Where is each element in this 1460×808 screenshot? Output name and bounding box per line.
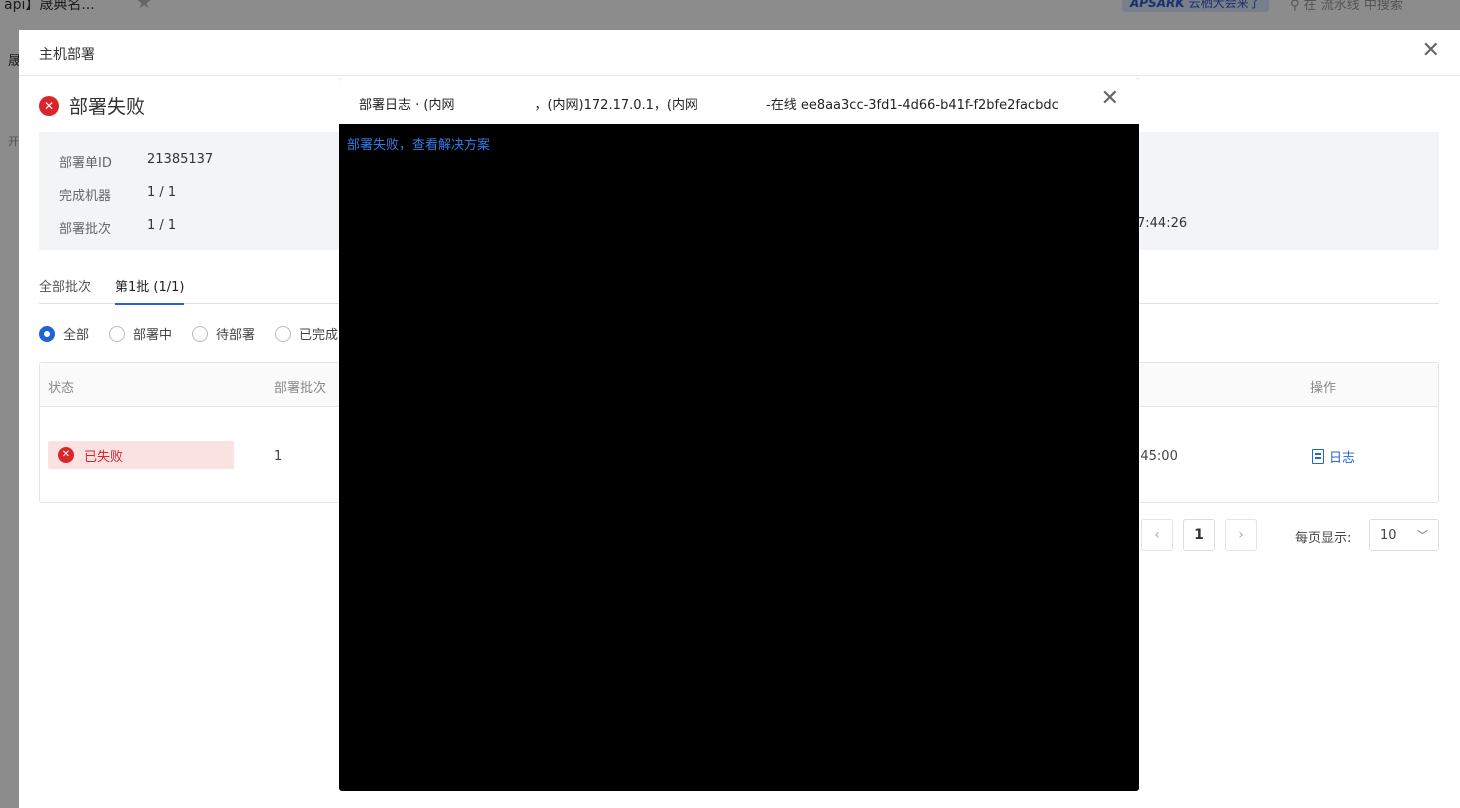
log-link-label: 日志 (1329, 451, 1356, 466)
next-page-button[interactable]: › (1225, 519, 1257, 551)
col-batch: 部署批次 (274, 381, 327, 396)
filter-deploying[interactable]: 部署中 (109, 324, 172, 343)
title-mid: ，(内网)172.17.0.1，(内网 (534, 97, 698, 113)
radio[interactable] (275, 325, 292, 342)
drawer-title: 主机部署 (39, 47, 95, 63)
chevron-right-icon: › (1238, 527, 1244, 543)
deploy-log-modal: 部署日志 · (内网 ，(内网)172.17.0.1，(内网 -在线 ee8aa… (339, 78, 1139, 791)
tab-all-batches[interactable]: 全部批次 (39, 276, 91, 303)
status-badge: ✕ 已失败 (48, 441, 234, 469)
close-icon[interactable]: ✕ (1101, 88, 1119, 110)
page-size-value: 10 (1380, 527, 1397, 543)
filter-label: 待部署 (216, 328, 256, 343)
title-suffix: -在线 ee8aa3cc-3fd1-4d66-b41f-f2bfe2facbdc (766, 97, 1059, 113)
redaction-mask (458, 93, 531, 113)
info-label: 部署批次 (59, 222, 112, 237)
info-row-machines: 完成机器 1 / 1 (59, 185, 176, 204)
radio-checked[interactable] (39, 325, 55, 342)
info-row-batches: 部署批次 1 / 1 (59, 218, 176, 237)
chevron-left-icon: ‹ (1154, 527, 1160, 543)
info-time-fragment: 7:44:26 (1137, 216, 1188, 231)
drawer-header: 主机部署 ✕ (19, 30, 1460, 76)
title-prefix: 部署日志 · (内网 (359, 97, 455, 113)
modal-title: 部署日志 · (内网 ，(内网)172.17.0.1，(内网 -在线 ee8aa… (359, 93, 1059, 113)
chevron-down-icon: ﹀ (1417, 529, 1428, 542)
col-status: 状态 (48, 381, 75, 396)
info-value: 21385137 (147, 152, 214, 167)
deploy-status: ✕ 部署失败 (39, 92, 145, 119)
pagination: ‹ 1 › (1141, 519, 1257, 551)
batch-cell: 1 (274, 449, 283, 464)
filter-all[interactable]: 全部 (39, 324, 89, 343)
page-button-current[interactable]: 1 (1183, 519, 1215, 551)
filter-label: 全部 (63, 328, 90, 343)
info-value: 1 / 1 (147, 185, 177, 200)
page-size-label: 每页显示: (1295, 531, 1352, 546)
status-filter: 全部 部署中 待部署 已完成 (39, 324, 358, 343)
error-icon: ✕ (58, 447, 74, 463)
info-value: 1 / 1 (147, 218, 177, 233)
filter-pending[interactable]: 待部署 (192, 324, 255, 343)
status-text: 部署失败 (69, 96, 146, 118)
info-label: 完成机器 (59, 189, 112, 204)
close-icon[interactable]: ✕ (1422, 40, 1440, 62)
info-label: 部署单ID (59, 156, 112, 171)
col-action: 操作 (1310, 381, 1337, 396)
redaction-mask (700, 93, 764, 113)
time-cell: :45:00 (1136, 449, 1178, 464)
info-row-id: 部署单ID 21385137 (59, 152, 213, 171)
error-icon: ✕ (39, 95, 59, 116)
filter-done[interactable]: 已完成 (275, 324, 338, 343)
page-size-select[interactable]: 10 ﹀ (1369, 519, 1439, 551)
modal-header: 部署日志 · (内网 ，(内网)172.17.0.1，(内网 -在线 ee8aa… (339, 78, 1139, 124)
radio[interactable] (192, 325, 209, 342)
view-log-link[interactable]: 日志 (1312, 447, 1355, 466)
radio[interactable] (109, 325, 126, 342)
solution-link[interactable]: 部署失败，查看解决方案 (347, 134, 490, 153)
tab-batch-1[interactable]: 第1批 (1/1) (115, 276, 185, 305)
filter-label: 已完成 (299, 328, 339, 343)
prev-page-button[interactable]: ‹ (1141, 519, 1173, 551)
status-badge-text: 已失败 (84, 449, 124, 465)
document-icon (1312, 449, 1324, 464)
filter-label: 部署中 (133, 328, 173, 343)
